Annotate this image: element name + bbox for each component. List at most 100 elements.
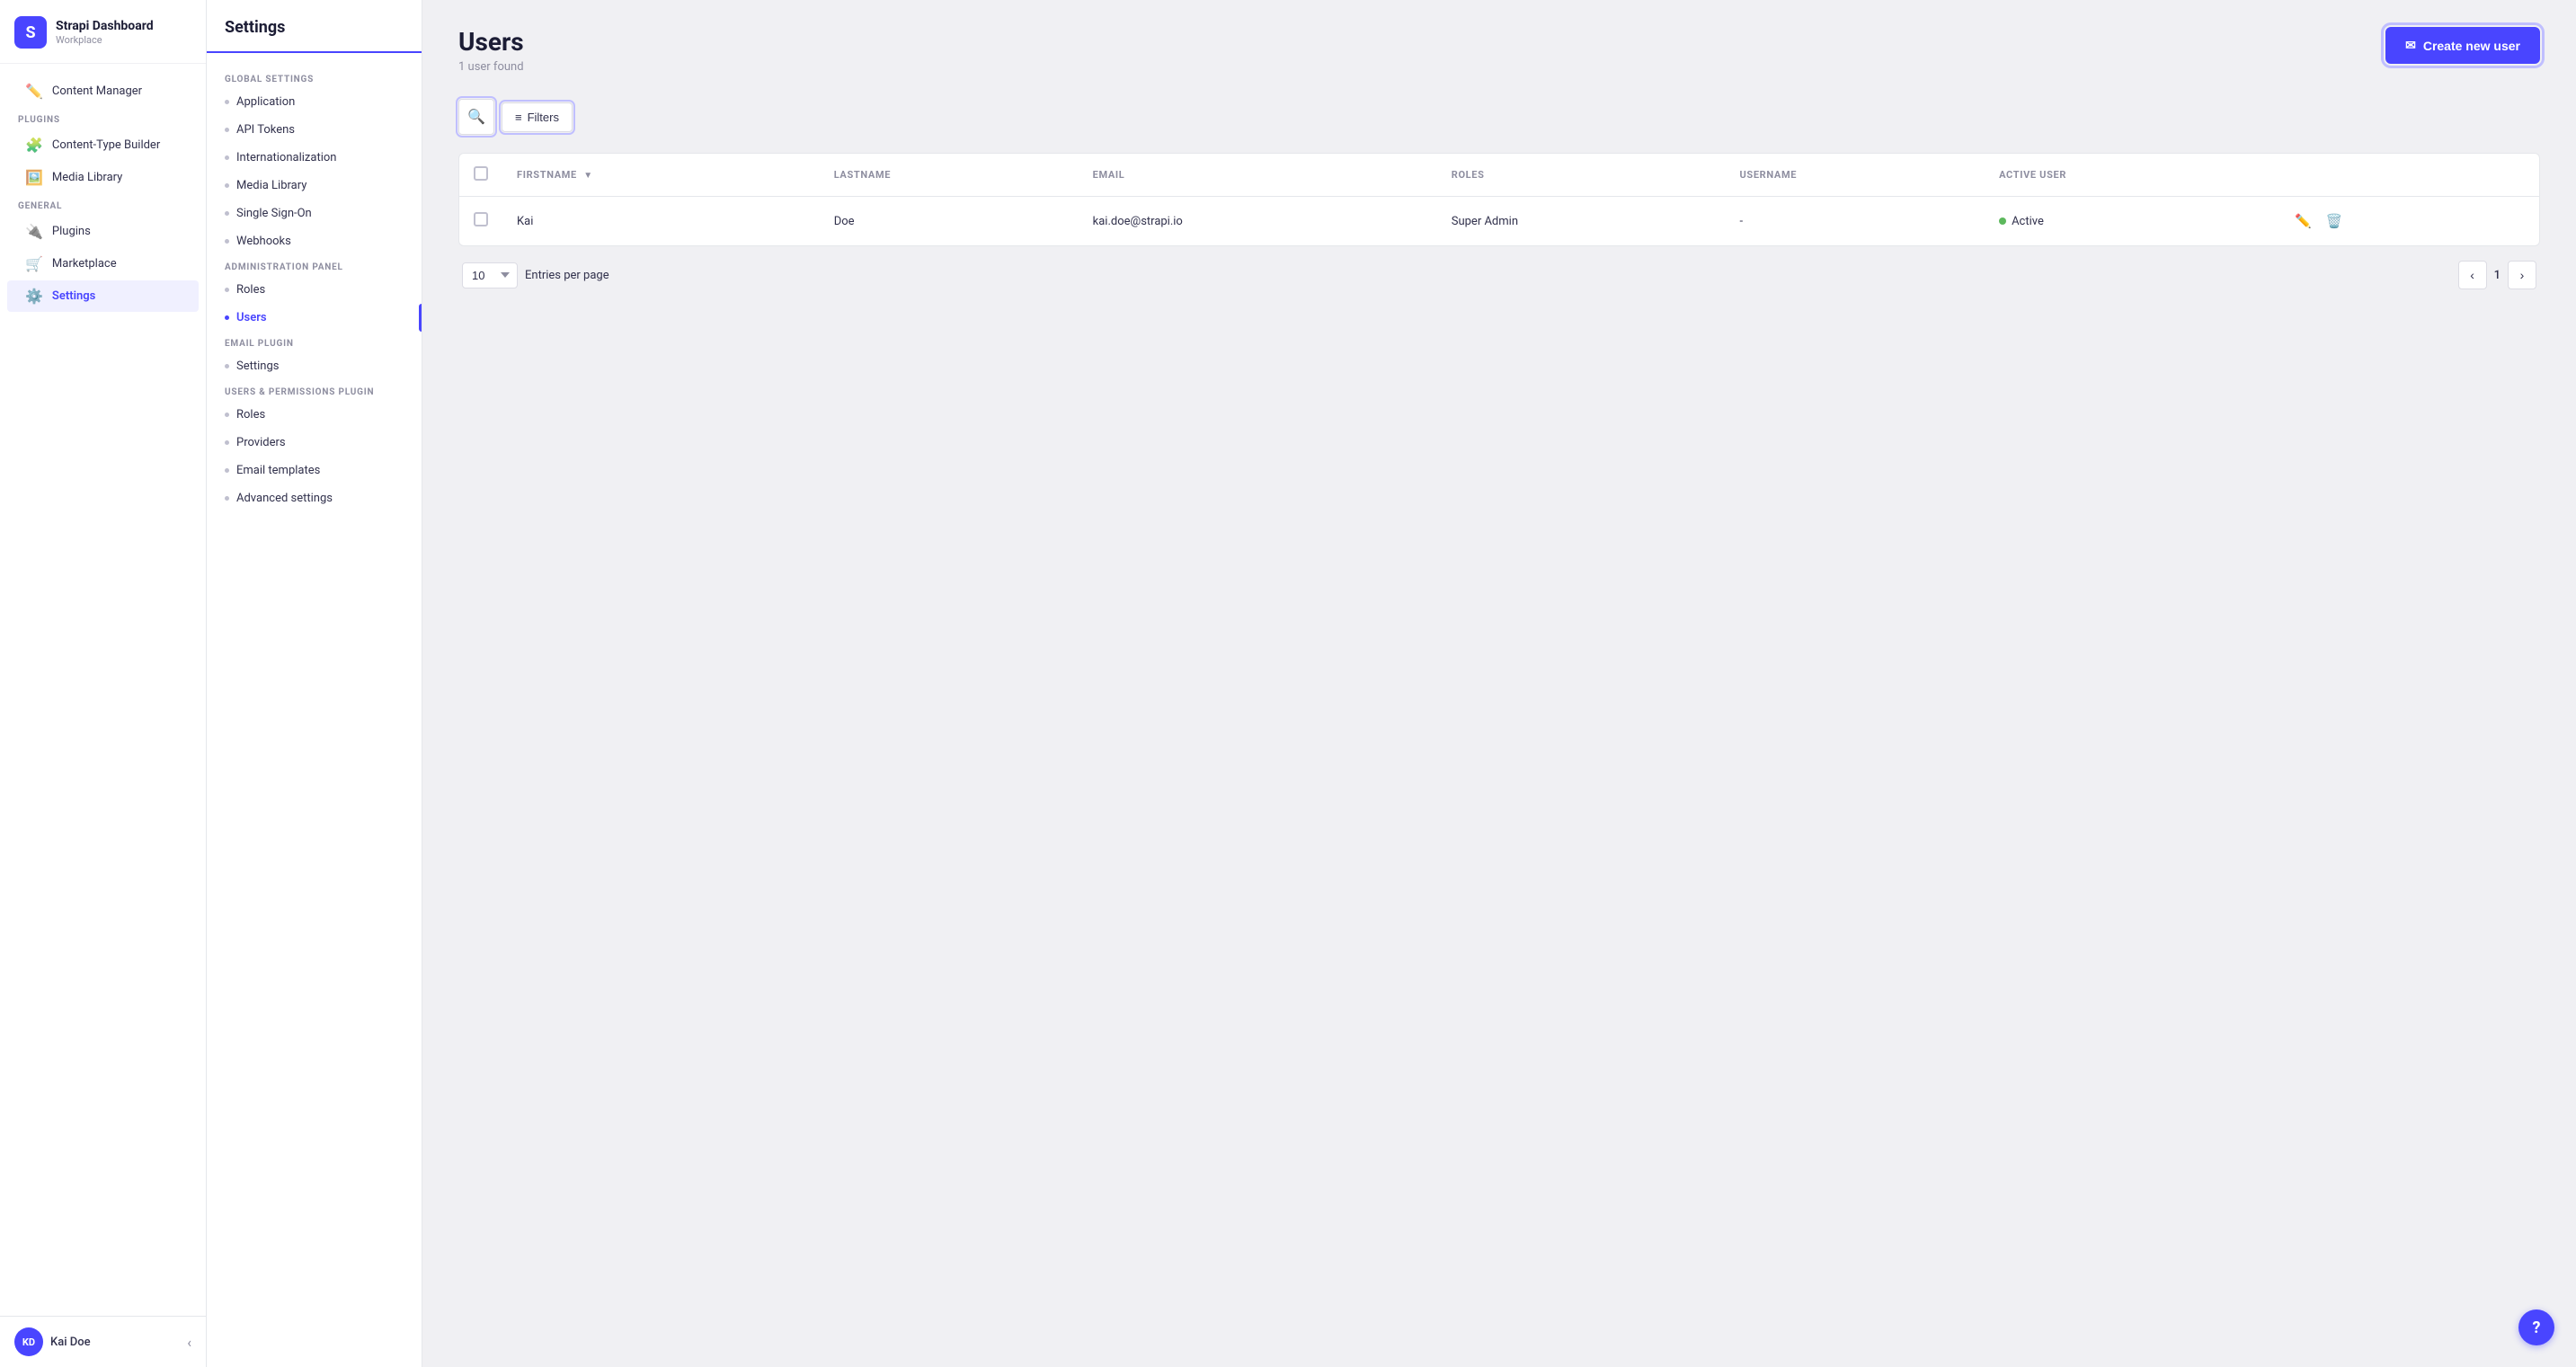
settings-item-api-tokens[interactable]: API Tokens: [207, 116, 422, 144]
select-all-checkbox[interactable]: [474, 166, 488, 181]
user-name: Kai Doe: [50, 1336, 91, 1349]
settings-item-label: Advanced settings: [236, 492, 333, 505]
settings-item-label: Email templates: [236, 464, 320, 477]
sidebar-item-media-library[interactable]: 🖼️ Media Library: [7, 162, 199, 193]
settings-item-label: Media Library: [236, 179, 306, 192]
settings-item-up-roles[interactable]: Roles: [207, 401, 422, 429]
sidebar-nav: ✏️ Content Manager PLUGINS 🧩 Content-Typ…: [0, 64, 206, 1316]
sidebar-item-content-manager[interactable]: ✏️ Content Manager: [7, 75, 199, 107]
marketplace-icon: 🛒: [25, 255, 43, 272]
settings-item-email-settings[interactable]: Settings: [207, 352, 422, 380]
dot-icon: [225, 496, 229, 501]
app-title-group: Strapi Dashboard Workplace: [56, 19, 154, 46]
header-checkbox-cell: [459, 154, 502, 197]
cell-actions: ✏️ 🗑️: [2275, 197, 2539, 246]
sidebar-user[interactable]: KD Kai Doe: [14, 1327, 91, 1356]
sidebar-item-content-type-builder[interactable]: 🧩 Content-Type Builder: [7, 129, 199, 161]
sidebar-item-label: Media Library: [52, 171, 122, 184]
sidebar-item-label: Plugins: [52, 225, 91, 238]
settings-item-label: Roles: [236, 283, 265, 297]
delete-user-button[interactable]: 🗑️: [2321, 209, 2349, 233]
dot-icon: [225, 315, 229, 320]
next-page-button[interactable]: ›: [2508, 261, 2536, 289]
settings-panel-title: Settings: [207, 18, 422, 53]
sidebar-item-label: Content Manager: [52, 84, 142, 98]
filter-icon: ≡: [515, 111, 522, 124]
sort-icon: ▼: [583, 171, 593, 181]
dot-icon: [225, 364, 229, 368]
sidebar-item-marketplace[interactable]: 🛒 Marketplace: [7, 248, 199, 280]
sidebar-item-settings[interactable]: ⚙️ Settings: [7, 280, 199, 312]
cell-active-user: Active: [1985, 197, 2275, 246]
page-title-group: Users 1 user found: [458, 27, 524, 74]
section-administration-panel: ADMINISTRATION PANEL: [207, 255, 422, 276]
active-badge: Active: [1999, 215, 2261, 228]
app-subtitle: Workplace: [56, 34, 154, 46]
plugins-icon: 🔌: [25, 223, 43, 240]
settings-item-email-templates[interactable]: Email templates: [207, 457, 422, 484]
settings-item-label: Roles: [236, 408, 265, 422]
users-table-container: FIRSTNAME ▼ LASTNAME EMAIL ROLES USERNAM…: [458, 153, 2540, 246]
row-actions: ✏️ 🗑️: [2289, 209, 2525, 233]
col-roles: ROLES: [1437, 154, 1726, 197]
content-type-builder-icon: 🧩: [25, 137, 43, 154]
settings-item-providers[interactable]: Providers: [207, 429, 422, 457]
settings-item-label: Settings: [236, 360, 279, 373]
settings-item-internationalization[interactable]: Internationalization: [207, 144, 422, 172]
active-status-label: Active: [2012, 215, 2044, 228]
settings-item-application[interactable]: Application: [207, 88, 422, 116]
content-manager-icon: ✏️: [25, 83, 43, 100]
sidebar-item-plugins[interactable]: 🔌 Plugins: [7, 216, 199, 247]
current-page: 1: [2494, 269, 2500, 282]
page-subtitle: 1 user found: [458, 60, 524, 74]
cell-email: kai.doe@strapi.io: [1079, 197, 1437, 246]
help-button[interactable]: ?: [2518, 1309, 2554, 1345]
table-row: Kai Doe kai.doe@strapi.io Super Admin - …: [459, 197, 2539, 246]
search-button[interactable]: 🔍: [458, 99, 494, 135]
entries-per-page-select[interactable]: 10 20 50 100: [462, 262, 518, 288]
page-navigation: ‹ 1 ›: [2458, 261, 2536, 289]
table-header: FIRSTNAME ▼ LASTNAME EMAIL ROLES USERNAM…: [459, 154, 2539, 197]
dot-icon: [225, 288, 229, 292]
sidebar: S Strapi Dashboard Workplace ✏️ Content …: [0, 0, 207, 1367]
table-body: Kai Doe kai.doe@strapi.io Super Admin - …: [459, 197, 2539, 246]
settings-item-label: Providers: [236, 436, 286, 449]
help-icon: ?: [2533, 1318, 2541, 1337]
settings-item-roles[interactable]: Roles: [207, 276, 422, 304]
dot-icon: [225, 100, 229, 104]
col-actions: [2275, 154, 2539, 197]
settings-item-users[interactable]: Users: [207, 304, 422, 332]
users-table: FIRSTNAME ▼ LASTNAME EMAIL ROLES USERNAM…: [459, 154, 2539, 245]
collapse-sidebar-button[interactable]: ‹: [187, 1334, 191, 1351]
settings-item-media-library[interactable]: Media Library: [207, 172, 422, 200]
entries-label: Entries per page: [525, 269, 609, 282]
dot-icon: [225, 183, 229, 188]
settings-item-label: Single Sign-On: [236, 207, 312, 220]
create-btn-label: Create new user: [2423, 39, 2520, 53]
toolbar: 🔍 ≡ Filters: [458, 99, 2540, 135]
edit-user-button[interactable]: ✏️: [2289, 209, 2317, 233]
settings-item-label: API Tokens: [236, 123, 295, 137]
entries-per-page-group: 10 20 50 100 Entries per page: [462, 262, 609, 288]
row-select-checkbox[interactable]: [474, 212, 488, 226]
settings-icon: ⚙️: [25, 288, 43, 305]
settings-item-advanced-settings[interactable]: Advanced settings: [207, 484, 422, 512]
section-global-settings: GLOBAL SETTINGS: [207, 67, 422, 88]
sidebar-header: S Strapi Dashboard Workplace: [0, 0, 206, 64]
prev-page-button[interactable]: ‹: [2458, 261, 2487, 289]
create-new-user-button[interactable]: ✉ Create new user: [2385, 27, 2540, 64]
sidebar-footer: KD Kai Doe ‹: [0, 1316, 206, 1367]
sidebar-section-plugins: PLUGINS: [0, 108, 206, 129]
app-logo: S: [14, 16, 47, 49]
app-title: Strapi Dashboard: [56, 19, 154, 34]
col-active-user: ACTIVE USER: [1985, 154, 2275, 197]
main-content: Users 1 user found ✉ Create new user 🔍 ≡…: [422, 0, 2576, 1367]
active-dot-icon: [1999, 217, 2006, 225]
row-checkbox-cell: [459, 197, 502, 246]
filter-button[interactable]: ≡ Filters: [502, 102, 573, 132]
page-header: Users 1 user found ✉ Create new user: [458, 27, 2540, 74]
settings-item-webhooks[interactable]: Webhooks: [207, 227, 422, 255]
sidebar-item-label: Content-Type Builder: [52, 138, 160, 152]
create-user-icon: ✉: [2405, 38, 2416, 53]
settings-item-single-sign-on[interactable]: Single Sign-On: [207, 200, 422, 227]
